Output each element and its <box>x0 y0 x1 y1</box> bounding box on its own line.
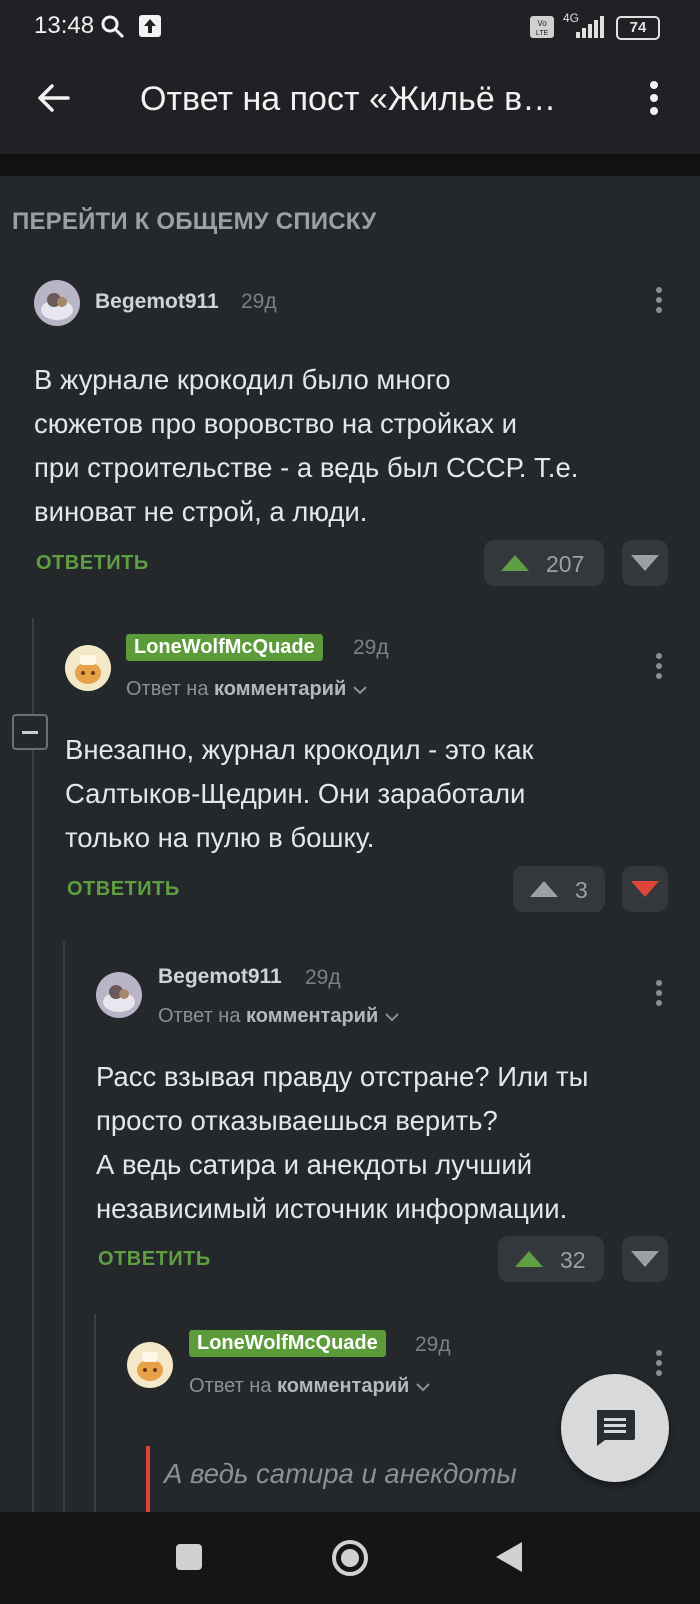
reply-button[interactable]: ОТВЕТИТЬ <box>67 878 180 901</box>
comment-menu-icon[interactable] <box>656 980 662 1010</box>
comment-author[interactable]: LoneWolfMcQuade <box>126 634 323 661</box>
minus-icon <box>22 731 38 734</box>
volte-icon: Vo LTE <box>530 16 554 38</box>
collapse-thread-button[interactable] <box>12 714 48 750</box>
comment-author[interactable]: LoneWolfMcQuade <box>189 1330 386 1357</box>
downvote-icon <box>631 1251 659 1267</box>
quote-text: А ведь сатира и анекдоты <box>164 1458 517 1489</box>
rating-count: 32 <box>560 1247 586 1273</box>
comment-menu-icon[interactable] <box>656 287 662 317</box>
comment-body: Внезапно, журнал крокодил - это как Салт… <box>65 734 534 853</box>
reply-to-link[interactable]: Ответ на комментарий <box>189 1375 431 1398</box>
back-arrow-icon[interactable] <box>36 80 72 116</box>
svg-text:LTE: LTE <box>536 30 549 37</box>
app-bar: Ответ на пост «Жильё в… <box>0 52 700 154</box>
battery-icon: 74 <box>616 16 660 40</box>
quote-bar <box>146 1446 150 1512</box>
more-options-icon[interactable] <box>648 80 660 116</box>
write-comment-fab[interactable] <box>561 1374 669 1482</box>
battery-level: 74 <box>629 19 647 36</box>
comment-age: 29д <box>241 290 277 313</box>
upvote-button[interactable]: 207 <box>484 540 604 586</box>
thread-line <box>63 942 65 1512</box>
downvote-button[interactable] <box>622 866 668 912</box>
thread-line <box>32 618 34 1512</box>
upvote-icon <box>501 555 529 571</box>
upvote-icon <box>530 881 558 897</box>
reply-to-link[interactable]: Ответ на комментарий <box>158 1005 400 1028</box>
comment-icon <box>597 1410 635 1446</box>
signal-icon <box>576 16 604 38</box>
upvote-icon <box>515 1251 543 1267</box>
avatar[interactable] <box>34 280 80 326</box>
status-bar: 13:48 Vo LTE 4G 74 <box>0 0 700 52</box>
system-nav-bar <box>0 1512 700 1604</box>
upvote-button[interactable]: 3 <box>513 866 605 912</box>
avatar[interactable] <box>96 972 142 1018</box>
comment-author[interactable]: Begemot911 <box>95 290 219 314</box>
comment-body: В журнале крокодил было много сюжетов пр… <box>34 364 579 527</box>
rating-count: 3 <box>575 877 588 903</box>
avatar[interactable] <box>127 1342 173 1388</box>
reply-button[interactable]: ОТВЕТИТЬ <box>98 1248 211 1271</box>
header-divider <box>0 154 700 176</box>
page-title: Ответ на пост «Жильё в… <box>140 80 557 118</box>
downvote-icon <box>631 555 659 571</box>
comment-author[interactable]: Begemot911 <box>158 965 282 989</box>
downvote-button[interactable] <box>622 1236 668 1282</box>
upvote-button[interactable]: 32 <box>498 1236 604 1282</box>
chevron-down-icon <box>416 1383 430 1392</box>
chevron-down-icon <box>353 686 367 695</box>
recents-icon[interactable] <box>176 1544 202 1570</box>
goto-all-comments-link[interactable]: ПЕРЕЙТИ К ОБЩЕМУ СПИСКУ <box>12 208 376 236</box>
avatar[interactable] <box>65 645 111 691</box>
upload-status-icon <box>139 15 161 37</box>
reply-to-link[interactable]: Ответ на комментарий <box>126 678 368 701</box>
status-time: 13:48 <box>34 12 95 39</box>
reply-button[interactable]: ОТВЕТИТЬ <box>36 552 149 575</box>
comment-menu-icon[interactable] <box>656 1350 662 1380</box>
comment-menu-icon[interactable] <box>656 653 662 683</box>
svg-text:Vo: Vo <box>537 19 547 28</box>
comment-body: Расс взывая правду отстране? Или ты прос… <box>96 1061 589 1224</box>
comment-age: 29д <box>415 1333 451 1356</box>
back-nav-icon[interactable] <box>494 1540 524 1574</box>
home-icon[interactable] <box>330 1538 370 1578</box>
search-status-icon <box>101 15 125 39</box>
downvote-button[interactable] <box>622 540 668 586</box>
thread-line <box>94 1314 96 1512</box>
chevron-down-icon <box>385 1013 399 1022</box>
downvote-icon <box>631 881 659 897</box>
rating-count: 207 <box>546 551 585 577</box>
comment-age: 29д <box>353 636 389 659</box>
comment-age: 29д <box>305 966 341 989</box>
